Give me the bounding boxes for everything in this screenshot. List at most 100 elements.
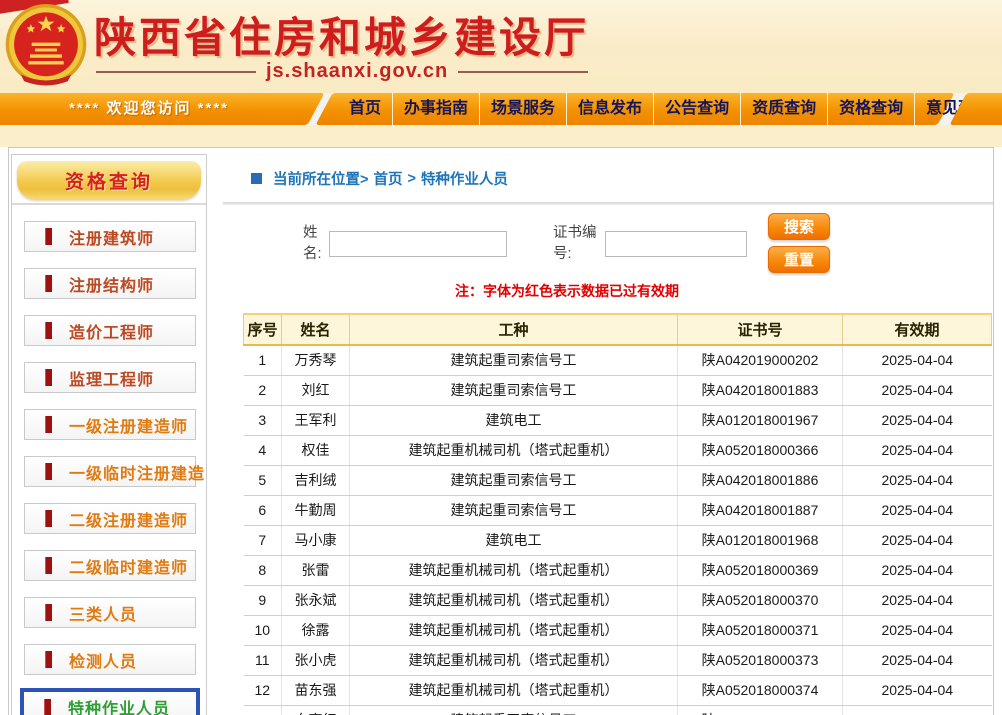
nav-item-4[interactable]: 公告查询 xyxy=(654,93,741,125)
sidebar: 资格查询 注册建筑师注册结构师造价工程师监理工程师一级注册建造师一级临时注册建造… xyxy=(11,154,207,715)
url-dash-left xyxy=(96,71,256,73)
table-cell: 2 xyxy=(244,375,282,405)
table-cell: 徐露 xyxy=(282,615,350,645)
table-cell: 陕A052018000369 xyxy=(678,555,843,585)
expiry-note: 注：字体为红色表示数据已过有效期 xyxy=(455,281,993,301)
table-row: 8张雷建筑起重机械司机（塔式起重机）陕A0520180003692025-04-… xyxy=(244,555,992,585)
nav-item-0[interactable]: 首页 xyxy=(338,93,393,125)
table-cell: 2025-04-04 xyxy=(843,555,992,585)
sidebar-item[interactable]: 一级临时注册建造师 xyxy=(24,456,196,487)
breadcrumb-prefix: 当前所在位置> xyxy=(273,168,368,189)
table-cell: 牛勤周 xyxy=(282,495,350,525)
table-cell: 建筑起重机械司机（塔式起重机） xyxy=(350,585,678,615)
table-row: 5吉利绒建筑起重司索信号工陕A0420180018862025-04-04 xyxy=(244,465,992,495)
table-row: 3王军利建筑电工陕A0120180019672025-04-04 xyxy=(244,405,992,435)
column-header: 证书号 xyxy=(678,314,843,345)
reset-button[interactable]: 重置 xyxy=(768,246,830,273)
sidebar-item[interactable]: 一级注册建造师 xyxy=(24,409,196,440)
sidebar-item-label: 三类人员 xyxy=(69,601,137,625)
table-row: 9张永斌建筑起重机械司机（塔式起重机）陕A0520180003702025-04… xyxy=(244,585,992,615)
table-cell: 5 xyxy=(244,465,282,495)
sidebar-title-ribbon: 资格查询 xyxy=(17,161,201,199)
sidebar-item[interactable]: 检测人员 xyxy=(24,644,196,675)
site-title: 陕西省住房和城乡建设厅 xyxy=(94,4,589,65)
sidebar-item[interactable]: 注册结构师 xyxy=(24,268,196,299)
column-header: 工种 xyxy=(350,314,678,345)
column-header: 有效期 xyxy=(843,314,992,345)
sidebar-item[interactable]: 三类人员 xyxy=(24,597,196,628)
table-row: 6牛勤周建筑起重司索信号工陕A0420180018872025-04-04 xyxy=(244,495,992,525)
nav-item-3[interactable]: 信息发布 xyxy=(567,93,654,125)
table-row: 10徐露建筑起重机械司机（塔式起重机）陕A0520180003712025-04… xyxy=(244,615,992,645)
site-header: 陕西省住房和城乡建设厅 js.shaanxi.gov.cn xyxy=(0,0,1002,93)
table-cell: 建筑起重司索信号工 xyxy=(350,465,678,495)
table-body: 1万秀琴建筑起重司索信号工陕A0420190002022025-04-042刘红… xyxy=(244,345,992,715)
sidebar-item-label: 特种作业人员 xyxy=(68,695,170,715)
search-form: 姓名: 证书编号: 搜索 重置 xyxy=(223,209,993,281)
menu-bullet-icon xyxy=(45,510,52,527)
table-cell: 建筑起重机械司机（塔式起重机） xyxy=(350,675,678,705)
welcome-text: **** 欢迎您访问 **** xyxy=(0,93,316,125)
table-cell: 陕A052018000374 xyxy=(678,675,843,705)
table-cell: 建筑起重机械司机（塔式起重机） xyxy=(350,645,678,675)
menu-bullet-icon xyxy=(44,699,51,715)
nav-band: 首页办事指南场景服务信息发布公告查询资质查询资格查询意见建议返回总首页 xyxy=(315,93,954,125)
name-label: 姓名: xyxy=(303,223,329,265)
table-cell: 权佳 xyxy=(282,435,350,465)
sidebar-item-label: 监理工程师 xyxy=(69,366,154,390)
menu-bullet-icon xyxy=(45,651,52,668)
sidebar-item[interactable]: 特种作业人员 xyxy=(20,688,200,715)
table-cell: 11 xyxy=(244,645,282,675)
sidebar-item-label: 一级注册建造师 xyxy=(69,413,188,437)
table-cell: 6 xyxy=(244,495,282,525)
table-cell: 建筑起重机械司机（塔式起重机） xyxy=(350,435,678,465)
search-button[interactable]: 搜索 xyxy=(768,213,830,240)
name-input[interactable] xyxy=(329,231,507,257)
table-cell: 9 xyxy=(244,585,282,615)
decorative-band xyxy=(0,125,1002,147)
breadcrumb-separator: > xyxy=(407,171,415,187)
sidebar-items: 注册建筑师注册结构师造价工程师监理工程师一级注册建造师一级临时注册建造师二级注册… xyxy=(12,221,206,715)
table-cell: 陕A042019000202 xyxy=(678,345,843,375)
table-cell: 建筑电工 xyxy=(350,405,678,435)
nav-item-2[interactable]: 场景服务 xyxy=(480,93,567,125)
sidebar-item-label: 注册建筑师 xyxy=(69,225,154,249)
table-cell: 2025-04-04 xyxy=(843,705,992,715)
menu-bullet-icon xyxy=(45,463,52,480)
table-cell: 2025-04-04 xyxy=(843,495,992,525)
sidebar-item[interactable]: 造价工程师 xyxy=(24,315,196,346)
table-cell: 1 xyxy=(244,345,282,375)
sidebar-item[interactable]: 二级注册建造师 xyxy=(24,503,196,534)
menu-bullet-icon xyxy=(45,604,52,621)
table-cell: 13 xyxy=(244,705,282,715)
cert-number-input[interactable] xyxy=(605,231,747,257)
nav-item-6[interactable]: 资格查询 xyxy=(828,93,915,125)
table-row: 13白亮红建筑起重司索信号工陕A0420180018892025-04-04 xyxy=(244,705,992,715)
table-cell: 2025-04-04 xyxy=(843,585,992,615)
nav-item-5[interactable]: 资质查询 xyxy=(741,93,828,125)
table-cell: 建筑起重机械司机（塔式起重机） xyxy=(350,555,678,585)
sidebar-item-label: 检测人员 xyxy=(69,648,137,672)
table-cell: 陕A012018001967 xyxy=(678,405,843,435)
sidebar-item[interactable]: 注册建筑师 xyxy=(24,221,196,252)
table-cell: 陕A052018000371 xyxy=(678,615,843,645)
sidebar-item[interactable]: 监理工程师 xyxy=(24,362,196,393)
menu-bullet-icon xyxy=(45,369,52,386)
table-cell: 2025-04-04 xyxy=(843,525,992,555)
table-cell: 7 xyxy=(244,525,282,555)
table-cell: 建筑起重司索信号工 xyxy=(350,705,678,715)
sidebar-item-label: 造价工程师 xyxy=(69,319,154,343)
table-cell: 12 xyxy=(244,675,282,705)
table-row: 2刘红建筑起重司索信号工陕A0420180018832025-04-04 xyxy=(244,375,992,405)
page: 陕西省住房和城乡建设厅 js.shaanxi.gov.cn **** 欢迎您访问… xyxy=(0,0,1002,715)
nav-items: 首页办事指南场景服务信息发布公告查询资质查询资格查询意见建议返回总首页 xyxy=(324,93,946,125)
nav-item-1[interactable]: 办事指南 xyxy=(393,93,480,125)
table-cell: 陕A012018001968 xyxy=(678,525,843,555)
sidebar-title: 资格查询 xyxy=(65,167,153,194)
table-header-row: 序号姓名工种证书号有效期 xyxy=(244,314,992,345)
table-cell: 张永斌 xyxy=(282,585,350,615)
breadcrumb-current: 特种作业人员 xyxy=(421,168,508,189)
breadcrumb-home-link[interactable]: 首页 xyxy=(373,168,402,189)
sidebar-item[interactable]: 二级临时建造师 xyxy=(24,550,196,581)
table-cell: 8 xyxy=(244,555,282,585)
